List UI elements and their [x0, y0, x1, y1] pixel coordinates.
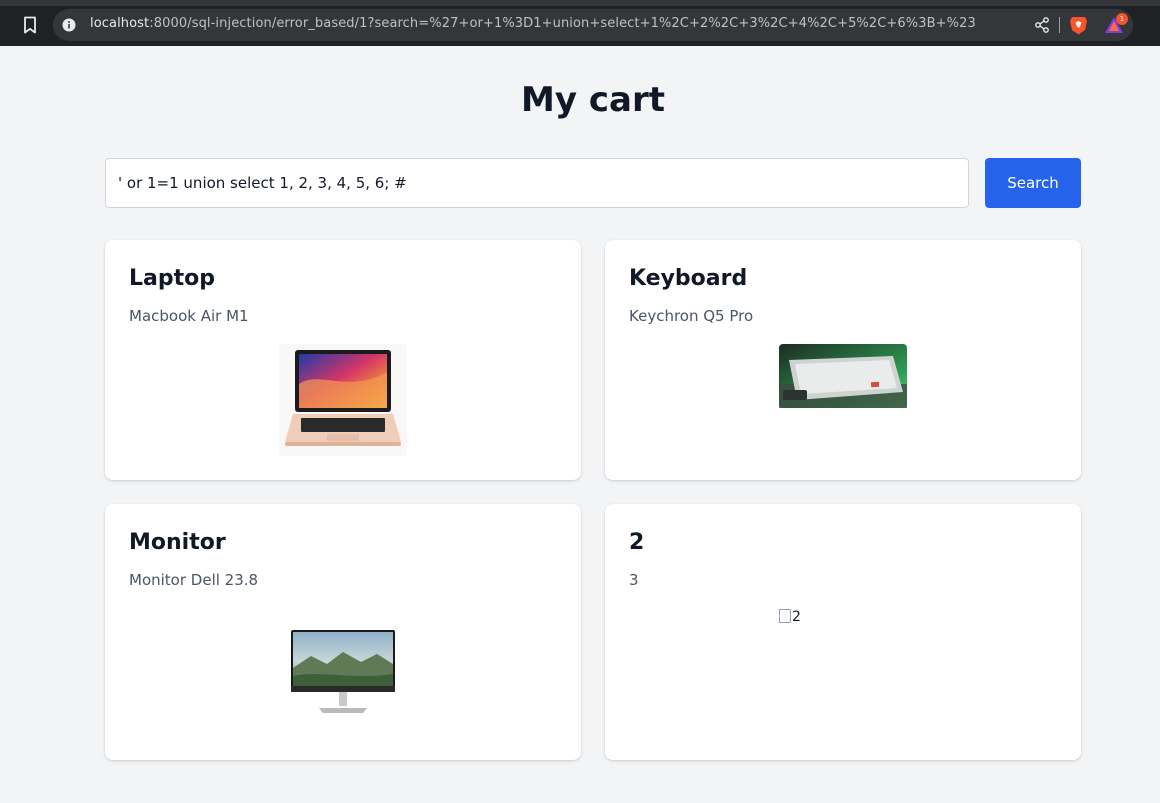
browser-toolbar: localhost:8000/sql-injection/error_based…: [0, 0, 1160, 46]
product-title: Keyboard: [629, 266, 748, 291]
rewards-badge: 1: [1116, 13, 1128, 25]
url-path: :8000/sql-injection/error_based/1?search…: [149, 16, 976, 31]
search-button[interactable]: Search: [985, 158, 1081, 208]
product-card: 2 3 2: [605, 504, 1081, 760]
broken-image-alt: 2: [792, 609, 801, 625]
site-info-icon[interactable]: [62, 18, 76, 32]
search-input[interactable]: [105, 158, 969, 208]
url-text[interactable]: localhost:8000/sql-injection/error_based…: [90, 16, 976, 31]
page-title: My cart: [521, 80, 665, 120]
product-image-monitor: [291, 630, 395, 713]
product-title: Laptop: [129, 266, 215, 291]
product-description: Monitor Dell 23.8: [129, 571, 259, 589]
product-card: Keyboard Keychron Q5 Pro: [605, 240, 1081, 480]
product-image-laptop: [279, 344, 407, 456]
product-description: 3: [629, 571, 639, 589]
brave-shields-icon[interactable]: [1069, 15, 1088, 35]
url-host: localhost: [90, 16, 150, 31]
product-card: Monitor Monitor Dell 23.8: [105, 504, 581, 760]
share-icon[interactable]: [1033, 16, 1051, 34]
address-bar[interactable]: localhost:8000/sql-injection/error_based…: [53, 9, 1133, 41]
bookmark-icon[interactable]: [18, 13, 42, 37]
product-description: Macbook Air M1: [129, 307, 249, 325]
product-image-keyboard: [779, 344, 907, 408]
product-title: 2: [629, 530, 645, 555]
broken-image: 2: [779, 609, 801, 625]
tab-strip-edge: [0, 0, 1160, 6]
broken-image-icon: [779, 609, 791, 623]
url-divider: [1059, 17, 1060, 33]
product-card: Laptop Macbook Air M1: [105, 240, 581, 480]
product-description: Keychron Q5 Pro: [629, 307, 754, 325]
product-title: Monitor: [129, 530, 226, 555]
